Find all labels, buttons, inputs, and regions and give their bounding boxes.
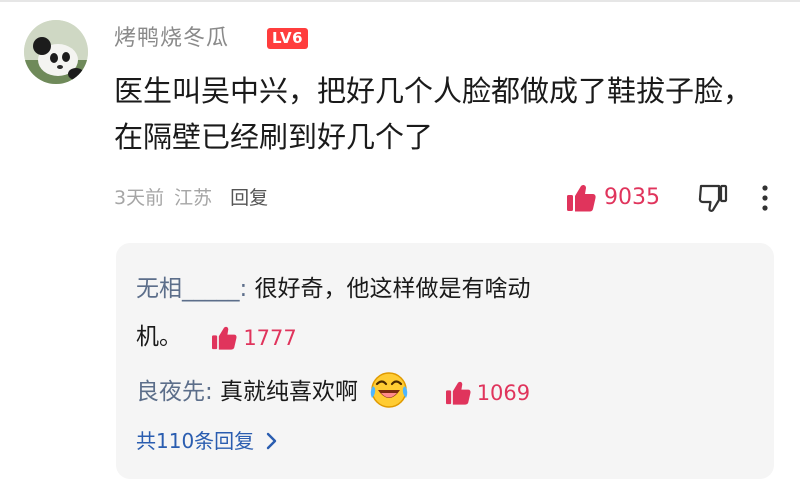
comment-username[interactable]: 烤鸭烧冬瓜 [114, 25, 229, 53]
reply-like-button[interactable]: 1069 [445, 376, 530, 410]
like-count: 9035 [604, 185, 660, 210]
reply-item-2[interactable]: 良夜先: 真就纯喜欢啊 1069 [136, 371, 530, 410]
comment-meta: 3天前 江苏 回复 [114, 184, 278, 212]
level-badge: LV6 [267, 28, 309, 49]
reply-text-continued: 机。 [136, 324, 182, 350]
reply-separator: : [205, 379, 213, 405]
more-replies-label: 共110条回复 [136, 429, 255, 453]
chevron-right-icon [266, 432, 277, 450]
reply-text: 真就纯喜欢啊 [212, 379, 359, 405]
panda-avatar-icon [24, 20, 88, 84]
comment-time: 3天前 [114, 187, 165, 209]
thumbs-up-icon [445, 381, 471, 405]
comment-location: 江苏 [174, 187, 213, 209]
comment-text: 医生叫吴中兴，把好几个人脸都做成了鞋拔子脸，在隔壁已经刷到好几个了 [114, 74, 753, 154]
avatar[interactable] [24, 20, 88, 84]
thumbs-up-icon [212, 326, 237, 350]
top-divider [0, 0, 800, 2]
reply-like-count: 1069 [476, 380, 531, 405]
reply-item-1-continued: 机。 1777 [136, 320, 297, 355]
reply-username[interactable]: 无相_____ [136, 276, 240, 302]
reply-button[interactable]: 回复 [230, 184, 268, 212]
view-more-replies-button[interactable]: 共110条回复 [136, 427, 280, 455]
laughing-crying-emoji-icon [371, 371, 408, 408]
thumbs-down-icon [698, 184, 728, 212]
reply-username[interactable]: 良夜先 [136, 379, 205, 405]
reply-text: 很好奇，他这样做是有啥动 [247, 276, 531, 302]
reply-like-button[interactable]: 1777 [211, 321, 297, 355]
dislike-button[interactable] [697, 183, 729, 217]
more-options-button[interactable] [760, 184, 770, 216]
thumbs-up-icon [567, 184, 596, 212]
like-button[interactable]: 9035 [566, 182, 660, 214]
more-vertical-icon [762, 185, 768, 211]
reply-item-1[interactable]: 无相_____: 很好奇，他这样做是有啥动 [136, 272, 531, 306]
reply-like-count: 1777 [243, 325, 297, 350]
